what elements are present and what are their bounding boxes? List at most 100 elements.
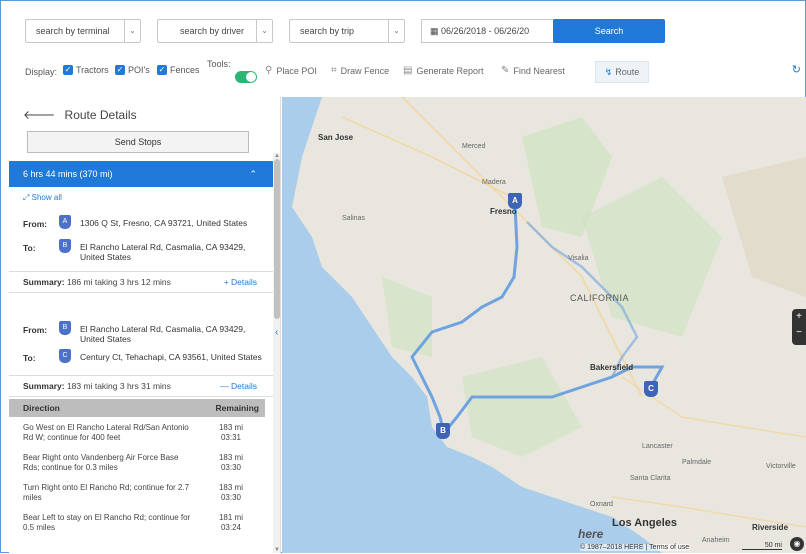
map-pin-c[interactable]: C bbox=[644, 381, 658, 397]
from-address: 1306 Q St, Fresno, CA 93721, United Stat… bbox=[80, 218, 248, 228]
driver-select-value: search by driver bbox=[180, 26, 245, 36]
draw-fence-button[interactable]: ⌗ Draw Fence bbox=[331, 65, 389, 76]
tools-toggle[interactable] bbox=[235, 71, 257, 83]
city-label: Los Angeles bbox=[612, 517, 677, 529]
scrollbar-thumb[interactable] bbox=[274, 159, 280, 319]
chevron-down-icon: ⌄ bbox=[256, 20, 272, 42]
trip-select-value: search by trip bbox=[300, 26, 355, 36]
leg-2-from: From: B El Rancho Lateral Rd, Casmalia, … bbox=[23, 321, 273, 345]
from-address: El Rancho Lateral Rd, Casmalia, CA 93429… bbox=[80, 324, 246, 344]
remaining-value: 183 mi 03:31 bbox=[218, 423, 243, 442]
fences-checkbox[interactable]: ✓ Fences bbox=[157, 65, 200, 75]
city-label: Bakersfield bbox=[590, 363, 634, 372]
back-arrow-icon[interactable]: 🡐 bbox=[23, 108, 55, 122]
city-label: Anaheim bbox=[702, 537, 730, 544]
trip-select[interactable]: search by trip ⌄ bbox=[289, 19, 405, 43]
summary-label: Summary: bbox=[23, 381, 65, 391]
map-pin-b[interactable]: B bbox=[436, 423, 450, 439]
city-label: Palmdale bbox=[682, 459, 712, 466]
route-summary-text: 6 hrs 44 mins (370 mi) bbox=[23, 169, 113, 179]
city-label: Riverside bbox=[752, 523, 789, 532]
leg-2-summary: Summary: 183 mi taking 3 hrs 31 mins — D… bbox=[9, 375, 273, 397]
route-label: Route bbox=[615, 67, 640, 77]
date-range-input[interactable]: ▦ 06/26/2018 - 06/26/20 bbox=[421, 19, 555, 43]
generate-report-label: Generate Report bbox=[416, 65, 484, 76]
route-button[interactable]: ↯ Route bbox=[595, 61, 649, 83]
scroll-down-icon[interactable]: ▼ bbox=[273, 547, 280, 553]
city-label: Visalia bbox=[568, 255, 589, 262]
park-area bbox=[462, 357, 582, 457]
terminal-select[interactable]: search by terminal ⌄ bbox=[25, 19, 141, 43]
summary-text: 186 mi taking 3 hrs 12 mins bbox=[66, 277, 171, 287]
remaining-value: 183 mi 03:30 bbox=[218, 453, 243, 472]
refresh-icon[interactable]: ↻ bbox=[792, 63, 801, 76]
direction-text: Bear Right onto Vandenberg Air Force Bas… bbox=[23, 453, 179, 472]
map-scale: 50 mi bbox=[742, 542, 782, 550]
state-label: CALIFORNIA bbox=[570, 293, 630, 303]
park-area bbox=[582, 177, 722, 337]
direction-row[interactable]: Bear Left to stay on El Rancho Rd; conti… bbox=[23, 513, 263, 537]
route-details-panel: 🡐 Route Details Send Stops 6 hrs 44 mins… bbox=[9, 97, 281, 554]
details-toggle[interactable]: — Details bbox=[220, 376, 257, 396]
calendar-icon: ▦ bbox=[430, 26, 439, 36]
panel-scrollbar[interactable]: ▲ ▼ bbox=[273, 153, 280, 553]
panel-title[interactable]: 🡐 Route Details bbox=[23, 107, 137, 122]
find-nearest-label: Find Nearest bbox=[513, 65, 565, 76]
pois-label: POI's bbox=[128, 65, 150, 75]
map-pin-icon: ⚲ bbox=[265, 65, 273, 76]
summary-label: Summary: bbox=[23, 277, 65, 287]
direction-row[interactable]: Turn Right onto El Rancho Rd; continue f… bbox=[23, 483, 263, 507]
generate-report-button[interactable]: ▤ Generate Report bbox=[403, 65, 484, 76]
zoom-control[interactable]: + − bbox=[792, 309, 806, 345]
to-address: El Rancho Lateral Rd, Casmalia, CA 93429… bbox=[80, 242, 246, 262]
city-label: Salinas bbox=[342, 215, 365, 222]
search-bar: search by terminal ⌄ search by driver ⌄ … bbox=[25, 19, 805, 45]
desert-area bbox=[722, 157, 806, 297]
place-poi-button[interactable]: ⚲ Place POI bbox=[265, 65, 317, 76]
pencil-icon: ✎ bbox=[501, 65, 510, 76]
directions-header: Direction Remaining bbox=[9, 399, 265, 417]
city-label: San Jose bbox=[318, 133, 354, 142]
show-all-link[interactable]: ⤢ Show all bbox=[23, 193, 62, 203]
search-button[interactable]: Search bbox=[553, 19, 665, 43]
route-summary-header[interactable]: 6 hrs 44 mins (370 mi) ⌃ bbox=[9, 161, 273, 187]
chevron-up-icon: ⌃ bbox=[249, 169, 257, 179]
city-label: Lancaster bbox=[642, 443, 673, 450]
find-nearest-button[interactable]: ✎ Find Nearest bbox=[501, 65, 565, 76]
date-range-value: 06/26/2018 - 06/26/20 bbox=[441, 26, 530, 36]
leg-1-summary: Summary: 186 mi taking 3 hrs 12 mins + D… bbox=[9, 271, 273, 293]
driver-select[interactable]: search by driver ⌄ bbox=[157, 19, 273, 43]
fences-label: Fences bbox=[170, 65, 200, 75]
chevron-down-icon: ⌄ bbox=[124, 20, 140, 42]
to-label: To: bbox=[23, 353, 36, 363]
from-label: From: bbox=[23, 219, 48, 229]
zoom-out-icon[interactable]: − bbox=[792, 325, 806, 341]
map-view[interactable]: San Jose Salinas Merced Madera Fresno Vi… bbox=[282, 97, 806, 553]
tractors-checkbox[interactable]: ✓ Tractors bbox=[63, 65, 109, 75]
details-toggle[interactable]: + Details bbox=[224, 272, 257, 292]
direction-row[interactable]: Go West on El Rancho Lateral Rd/San Anto… bbox=[23, 423, 263, 447]
layers-icon[interactable]: ◉ bbox=[790, 537, 804, 551]
city-label: Santa Clarita bbox=[630, 475, 671, 482]
direction-text: Bear Left to stay on El Rancho Rd; conti… bbox=[23, 513, 191, 532]
map-copyright[interactable]: © 1987–2018 HERE | Terms of use bbox=[580, 544, 690, 551]
from-label: From: bbox=[23, 325, 48, 335]
map-pin-a[interactable]: A bbox=[508, 193, 522, 209]
chevron-down-icon: ⌄ bbox=[388, 20, 404, 42]
terminal-select-value: search by terminal bbox=[36, 26, 110, 36]
direction-row[interactable]: Bear Right onto Vandenberg Air Force Bas… bbox=[23, 453, 263, 477]
direction-column-header: Direction bbox=[23, 403, 60, 413]
check-icon: ✓ bbox=[157, 65, 167, 75]
report-icon: ▤ bbox=[403, 65, 413, 76]
stop-pin-icon: C bbox=[59, 349, 71, 363]
collapse-panel-icon[interactable]: ‹ bbox=[275, 327, 278, 338]
place-poi-label: Place POI bbox=[276, 65, 317, 76]
zoom-in-icon[interactable]: + bbox=[792, 309, 806, 325]
stop-pin-icon: B bbox=[59, 239, 71, 253]
pois-checkbox[interactable]: ✓ POI's bbox=[115, 65, 150, 75]
remaining-value: 183 mi 03:30 bbox=[218, 483, 243, 502]
route-icon: ↯ bbox=[604, 66, 613, 77]
to-label: To: bbox=[23, 243, 36, 253]
map-canvas bbox=[282, 97, 806, 553]
send-stops-button[interactable]: Send Stops bbox=[27, 131, 249, 153]
